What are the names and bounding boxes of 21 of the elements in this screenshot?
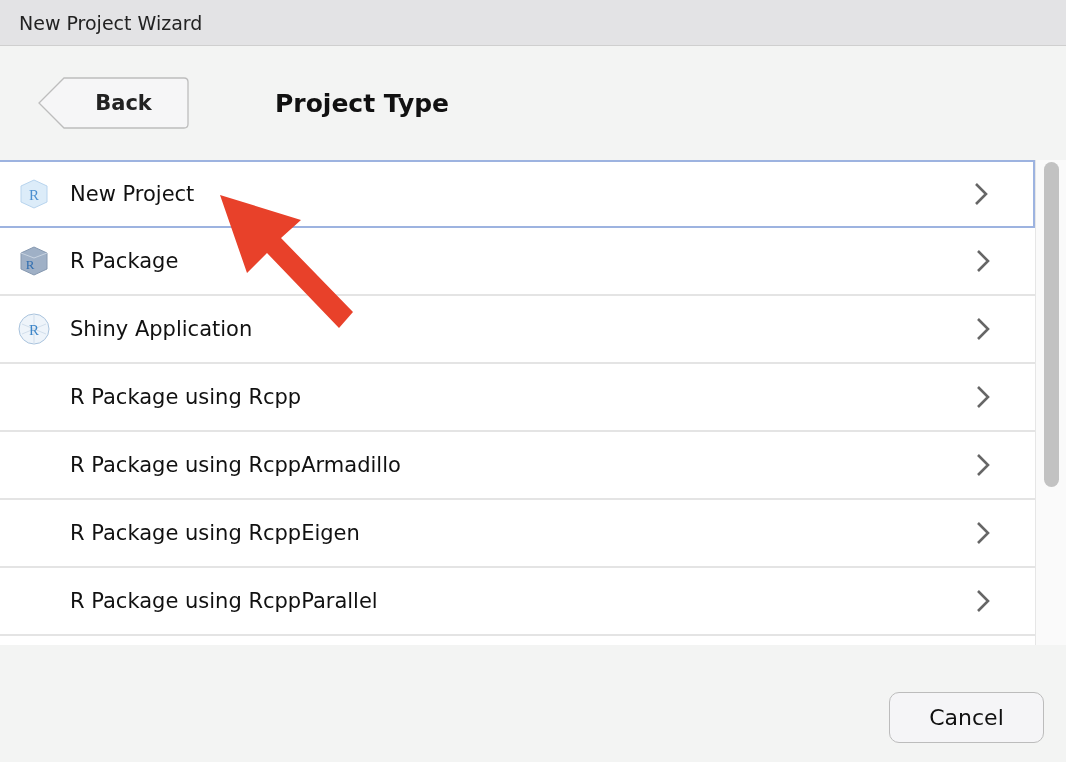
project-type-item[interactable]: R New Project xyxy=(0,160,1035,228)
chevron-right-icon xyxy=(975,520,991,546)
chevron-right-icon xyxy=(975,452,991,478)
chevron-right-icon xyxy=(973,181,989,207)
r-project-icon: R xyxy=(17,177,51,211)
chevron-right-icon xyxy=(975,588,991,614)
project-type-item[interactable]: R Package using RcppEigen xyxy=(0,500,1035,568)
project-type-item[interactable]: R Package using RcppArmadillo xyxy=(0,432,1035,500)
back-button[interactable]: Back xyxy=(38,77,189,129)
project-type-item[interactable]: R Package using RcppParallel xyxy=(0,568,1035,636)
cancel-button[interactable]: Cancel xyxy=(889,692,1044,743)
project-type-item[interactable]: R Package using Rcpp xyxy=(0,364,1035,432)
chevron-right-icon xyxy=(975,384,991,410)
r-shiny-icon: R xyxy=(17,312,51,346)
scrollbar-thumb[interactable] xyxy=(1043,162,1059,487)
window-title: New Project Wizard xyxy=(19,11,203,34)
r-package-icon: R xyxy=(17,244,51,278)
chevron-right-icon xyxy=(975,248,991,274)
chevron-right-icon xyxy=(975,316,991,342)
page-title: Project Type xyxy=(275,88,450,118)
scrollbar[interactable] xyxy=(1035,160,1066,645)
